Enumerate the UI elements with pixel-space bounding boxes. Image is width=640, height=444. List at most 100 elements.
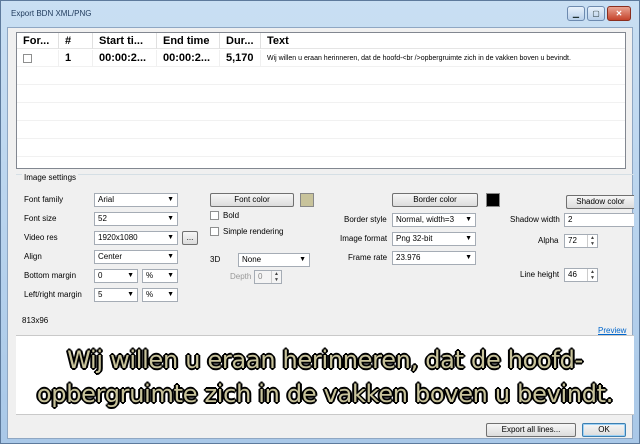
empty-row xyxy=(17,68,625,85)
shadow-width-select[interactable]: 2 xyxy=(564,213,634,227)
bold-checkbox[interactable] xyxy=(210,211,219,220)
empty-row xyxy=(17,140,625,157)
image-size-label: 813x96 xyxy=(22,316,49,325)
column-header-start[interactable]: Start ti... xyxy=(93,33,157,49)
chevron-down-icon: ▼ xyxy=(167,234,174,241)
border-style-select[interactable]: Normal, width=3 ▼ xyxy=(392,213,476,227)
border-color-swatch[interactable] xyxy=(486,193,500,207)
shadow-color-button[interactable]: Shadow color xyxy=(566,195,634,209)
table-row[interactable]: 1 00:00:2... 00:00:2... 5,170 Wij willen… xyxy=(17,50,625,67)
align-select[interactable]: Center ▼ xyxy=(94,250,178,264)
depth-value: 0 xyxy=(258,272,263,281)
font-color-button[interactable]: Font color xyxy=(210,193,294,207)
minimize-button[interactable]: ▁ xyxy=(567,6,585,21)
font-size-value: 52 xyxy=(98,214,107,223)
bottom-margin-label: Bottom margin xyxy=(24,271,77,280)
video-res-browse-button[interactable]: ... xyxy=(182,231,198,245)
forced-checkbox[interactable] xyxy=(23,54,32,64)
border-style-label: Border style xyxy=(344,215,387,224)
frame-rate-select[interactable]: 23.976 ▼ xyxy=(392,251,476,265)
font-family-select[interactable]: Arial ▼ xyxy=(94,193,178,207)
three-d-select[interactable]: None ▼ xyxy=(238,253,310,267)
maximize-button[interactable]: ▢ xyxy=(587,6,605,21)
chevron-down-icon: ▼ xyxy=(465,254,472,261)
three-d-label: 3D xyxy=(210,255,221,264)
chevron-down-icon: ▼ xyxy=(167,196,174,203)
dialog-client-area: For... # Start ti... End time Dur... Tex… xyxy=(7,27,634,439)
bold-label: Bold xyxy=(223,211,240,220)
chevron-down-icon: ▼ xyxy=(167,215,174,222)
image-format-select[interactable]: Png 32-bit ▼ xyxy=(392,232,476,246)
chevron-down-icon: ▼ xyxy=(465,216,472,223)
subtitle-grid[interactable]: For... # Start ti... End time Dur... Tex… xyxy=(16,32,626,169)
border-style-value: Normal, width=3 xyxy=(396,215,455,224)
forced-cell xyxy=(17,50,59,67)
duration-cell: 5,170 xyxy=(220,50,261,67)
subtitle-preview: Wij willen u eraan herinneren, dat de ho… xyxy=(16,335,634,415)
three-d-value: None xyxy=(242,255,262,264)
maximize-icon: ▢ xyxy=(592,9,600,18)
preview-link[interactable]: Preview xyxy=(598,326,626,335)
bottom-margin-unit-select[interactable]: % ▼ xyxy=(142,269,178,283)
border-color-button[interactable]: Border color xyxy=(392,193,478,207)
font-size-select[interactable]: 52 ▼ xyxy=(94,212,178,226)
alpha-label: Alpha xyxy=(538,236,559,245)
font-family-label: Font family xyxy=(24,195,64,204)
lr-margin-value: 5 xyxy=(98,290,103,299)
close-icon: ✕ xyxy=(615,9,623,18)
line-height-label: Line height xyxy=(520,270,560,279)
minimize-icon: ▁ xyxy=(572,9,580,18)
line-height-value: 46 xyxy=(568,270,577,279)
column-header-duration[interactable]: Dur... xyxy=(220,33,261,49)
lr-margin-unit-select[interactable]: % ▼ xyxy=(142,288,178,302)
preview-line-1: Wij willen u eraan herinneren, dat de ho… xyxy=(67,346,583,374)
font-color-swatch[interactable] xyxy=(300,193,314,207)
align-value: Center xyxy=(98,252,123,261)
export-all-button[interactable]: Export all lines... xyxy=(486,423,576,437)
text-cell: Wij willen u eraan herinneren, dat de ho… xyxy=(267,55,571,62)
close-button[interactable]: ✕ xyxy=(607,6,631,21)
column-header-end[interactable]: End time xyxy=(157,33,220,49)
number-cell: 1 xyxy=(59,50,93,67)
window-title: Export BDN XML/PNG xyxy=(11,9,92,18)
image-format-label: Image format xyxy=(340,234,388,243)
frame-rate-value: 23.976 xyxy=(396,253,421,262)
spinner-arrows-icon[interactable]: ▲ ▼ xyxy=(587,269,597,281)
title-bar[interactable]: Export BDN XML/PNG ▁ ▢ ✕ xyxy=(1,1,639,27)
bottom-margin-unit: % xyxy=(146,271,154,280)
depth-label: Depth xyxy=(230,272,252,281)
empty-row xyxy=(17,86,625,103)
empty-row xyxy=(17,122,625,139)
spinner-arrows-icon[interactable]: ▲ ▼ xyxy=(271,271,281,283)
column-header-number[interactable]: # xyxy=(59,33,93,49)
font-family-value: Arial xyxy=(98,195,115,204)
chevron-down-icon: ▼ xyxy=(127,272,134,279)
chevron-down-icon: ▼ xyxy=(299,256,306,263)
video-res-label: Video res xyxy=(24,233,58,242)
column-header-text[interactable]: Text xyxy=(261,33,625,49)
line-height-spinner[interactable]: 46 ▲ ▼ xyxy=(564,268,598,282)
video-res-select[interactable]: 1920x1080 ▼ xyxy=(94,231,178,245)
alpha-value: 72 xyxy=(568,236,577,245)
font-size-label: Font size xyxy=(24,214,57,223)
lr-margin-label: Left/right margin xyxy=(24,290,82,299)
simple-rendering-label: Simple rendering xyxy=(223,227,284,236)
alpha-spinner[interactable]: 72 ▲ ▼ xyxy=(564,234,598,248)
ok-button[interactable]: OK xyxy=(582,423,626,437)
shadow-width-label: Shadow width xyxy=(510,215,560,224)
align-label: Align xyxy=(24,252,42,261)
image-settings-label: Image settings xyxy=(22,173,79,182)
empty-row xyxy=(17,104,625,121)
shadow-width-value: 2 xyxy=(568,215,573,224)
lr-margin-select[interactable]: 5 ▼ xyxy=(94,288,138,302)
chevron-down-icon: ▼ xyxy=(167,272,174,279)
export-dialog: Export BDN XML/PNG ▁ ▢ ✕ For... # Start … xyxy=(0,0,640,444)
frame-rate-label: Frame rate xyxy=(348,253,388,262)
bottom-margin-value: 0 xyxy=(98,271,103,280)
depth-spinner[interactable]: 0 ▲ ▼ xyxy=(254,270,282,284)
lr-margin-unit: % xyxy=(146,290,154,299)
bottom-margin-select[interactable]: 0 ▼ xyxy=(94,269,138,283)
column-header-forced[interactable]: For... xyxy=(17,33,59,49)
spinner-arrows-icon[interactable]: ▲ ▼ xyxy=(587,235,597,247)
simple-rendering-checkbox[interactable] xyxy=(210,227,219,236)
